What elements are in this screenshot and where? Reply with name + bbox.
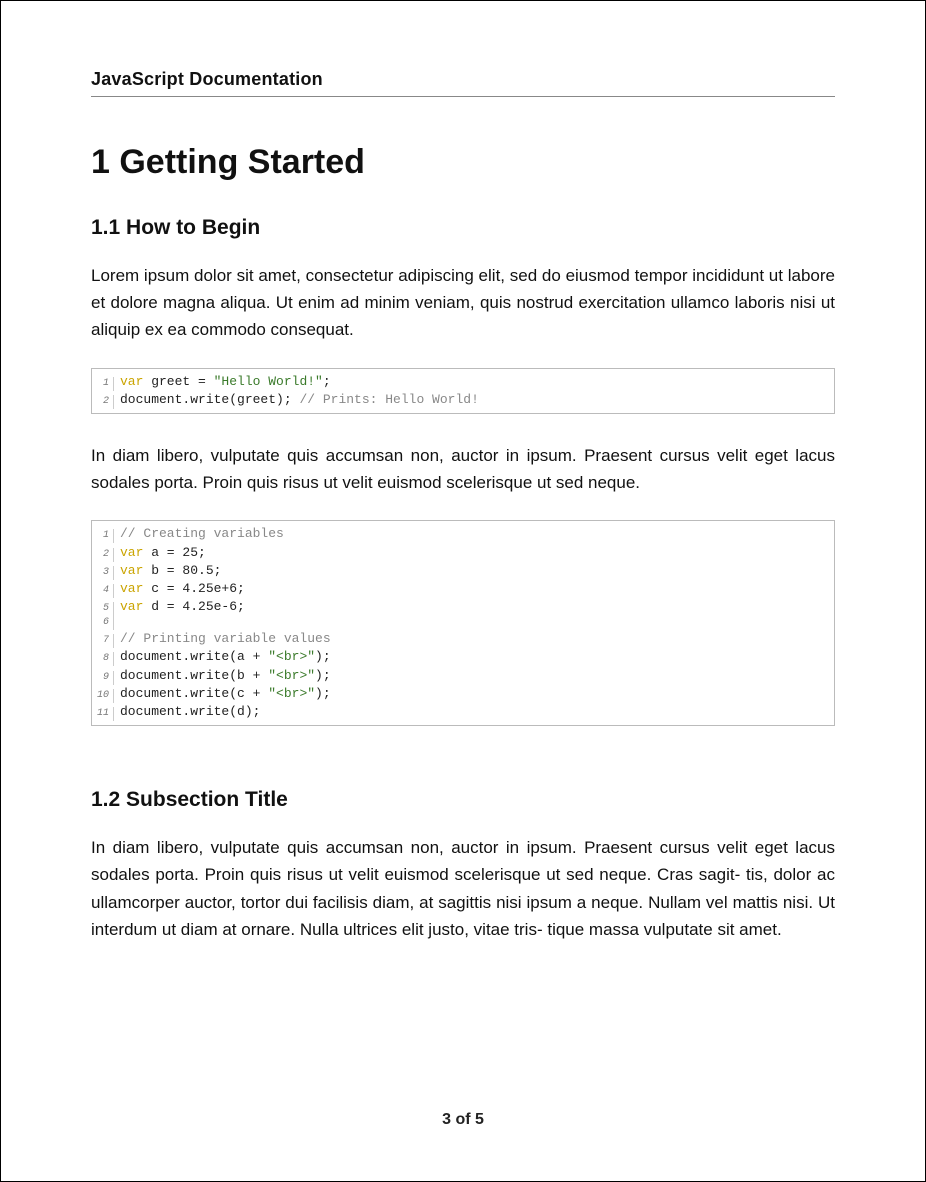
running-header: JavaScript Documentation [91, 69, 835, 97]
line-number: 2 [92, 548, 114, 562]
code-line: 9 document.write(b + "<br>"); [92, 667, 834, 685]
line-number: 2 [92, 395, 114, 409]
code-line: 6 [92, 616, 834, 630]
code-line: 2 var a = 25; [92, 544, 834, 562]
line-number: 10 [92, 689, 114, 703]
subsection-heading-1-2: 1.2 Subsection Title [91, 788, 835, 812]
subsection-heading-1-1: 1.1 How to Begin [91, 216, 835, 240]
code-content: var greet = "Hello World!"; [120, 373, 331, 391]
code-block: 1 // Creating variables 2 var a = 25; 3 var b… [91, 520, 835, 726]
line-number: 3 [92, 566, 114, 580]
line-number: 1 [92, 377, 114, 391]
line-number: 8 [92, 652, 114, 666]
code-block: 1 var greet = "Hello World!"; 2 document.wr… [91, 368, 835, 414]
code-content: // Creating variables [120, 525, 284, 543]
line-number: 5 [92, 602, 114, 616]
line-number: 4 [92, 584, 114, 598]
code-content: // Printing variable values [120, 630, 331, 648]
code-content: document.write(b + "<br>"); [120, 667, 331, 685]
paragraph: In diam libero, vulputate quis accumsan … [91, 442, 835, 496]
doc-title: JavaScript Documentation [91, 69, 323, 89]
code-line: 11 document.write(d); [92, 703, 834, 721]
section-heading: 1 Getting Started [91, 143, 835, 182]
document-page: JavaScript Documentation 1 Getting Start… [0, 0, 926, 1182]
code-line: 5 var d = 4.25e-6; [92, 598, 834, 616]
paragraph: In diam libero, vulputate quis accumsan … [91, 834, 835, 943]
code-content: document.write(greet); // Prints: Hello … [120, 391, 479, 409]
code-line: 7 // Printing variable values [92, 630, 834, 648]
code-line: 2 document.write(greet); // Prints: Hello… [92, 391, 834, 409]
code-line: 1 // Creating variables [92, 525, 834, 543]
code-content: var a = 25; [120, 544, 206, 562]
line-number: 11 [92, 707, 114, 721]
code-line: 4 var c = 4.25e+6; [92, 580, 834, 598]
code-line: 8 document.write(a + "<br>"); [92, 648, 834, 666]
code-content: document.write(a + "<br>"); [120, 648, 331, 666]
code-content: document.write(d); [120, 703, 260, 721]
line-number: 9 [92, 671, 114, 685]
code-content: document.write(c + "<br>"); [120, 685, 331, 703]
code-content: var d = 4.25e-6; [120, 598, 245, 616]
paragraph: Lorem ipsum dolor sit amet, consectetur … [91, 262, 835, 344]
code-line: 3 var b = 80.5; [92, 562, 834, 580]
code-line: 1 var greet = "Hello World!"; [92, 373, 834, 391]
code-content: var b = 80.5; [120, 562, 221, 580]
line-number: 1 [92, 529, 114, 543]
line-number: 6 [92, 616, 114, 630]
line-number: 7 [92, 634, 114, 648]
code-content: var c = 4.25e+6; [120, 580, 245, 598]
page-number-footer: 3 of 5 [1, 1111, 925, 1129]
code-line: 10 document.write(c + "<br>"); [92, 685, 834, 703]
